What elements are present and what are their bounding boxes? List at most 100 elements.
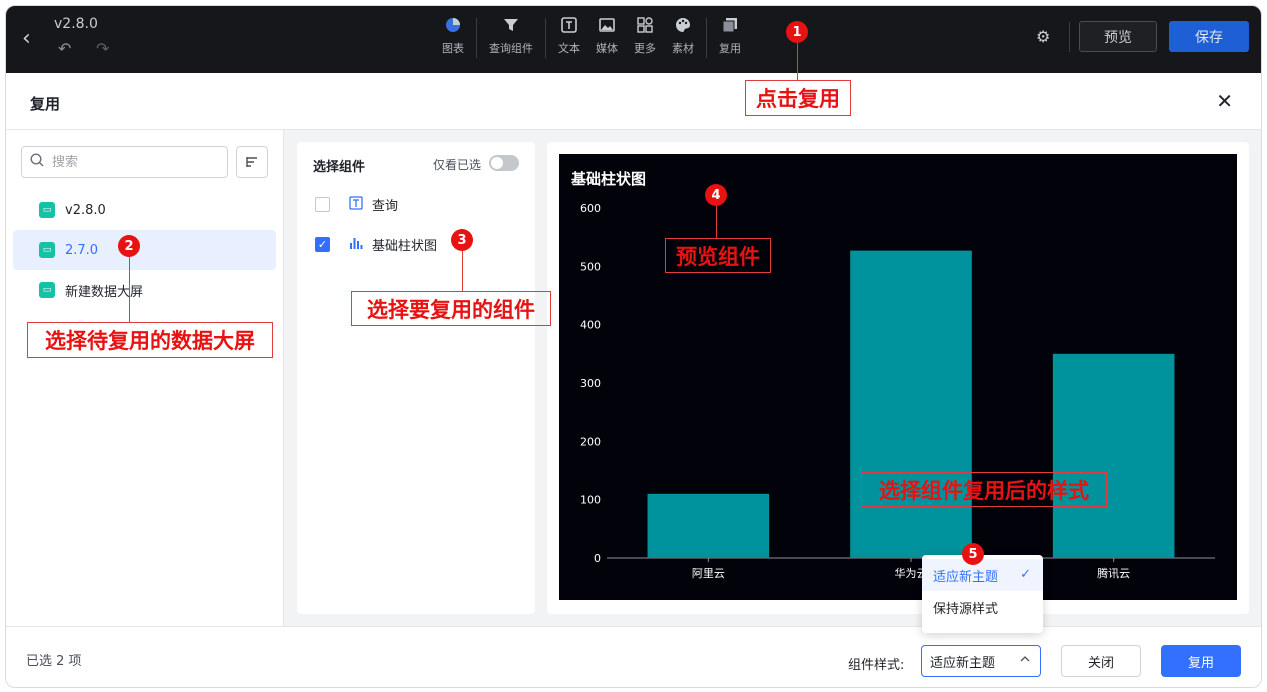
annotation-click-reuse: 点击复用 bbox=[745, 80, 851, 116]
chevron-up-icon bbox=[1020, 654, 1030, 667]
preview-button[interactable]: 预览 bbox=[1079, 21, 1157, 52]
close-icon[interactable]: ✕ bbox=[1216, 89, 1233, 113]
tool-reuse[interactable]: 复用 bbox=[711, 16, 749, 64]
component-row-query[interactable]: 查询 bbox=[315, 194, 398, 214]
tool-query[interactable]: 查询组件 bbox=[481, 16, 541, 64]
search-box[interactable] bbox=[21, 146, 228, 178]
pie-chart-icon bbox=[444, 16, 462, 34]
divider bbox=[476, 18, 477, 58]
tool-label: 复用 bbox=[719, 42, 741, 55]
divider bbox=[1069, 22, 1070, 52]
annotation-preview-component: 预览组件 bbox=[665, 238, 771, 273]
x-tick-label: 阿里云 bbox=[692, 567, 725, 580]
redo-icon[interactable]: ↷ bbox=[96, 39, 109, 58]
style-select[interactable]: 适应新主题 bbox=[921, 645, 1041, 677]
y-tick-label: 500 bbox=[580, 260, 601, 273]
y-tick-label: 100 bbox=[580, 494, 601, 507]
y-tick-label: 0 bbox=[594, 552, 601, 565]
screen-label: 2.7.0 bbox=[65, 242, 99, 258]
filter-icon bbox=[502, 16, 520, 34]
checkbox-checked[interactable]: ✓ bbox=[315, 236, 330, 252]
sort-button[interactable] bbox=[236, 146, 268, 178]
annotation-select-component: 选择要复用的组件 bbox=[351, 291, 551, 326]
bar bbox=[1052, 353, 1175, 558]
only-selected-toggle[interactable] bbox=[489, 155, 519, 171]
copy-icon bbox=[721, 16, 739, 34]
palette-icon bbox=[674, 16, 692, 34]
components-title: 选择组件 bbox=[313, 160, 366, 175]
screen-icon: ▭ bbox=[39, 282, 55, 298]
tool-group: 图表 查询组件 文本 媒体 更多 素材 复用 bbox=[434, 16, 749, 64]
divider bbox=[706, 18, 707, 58]
tool-media[interactable]: 媒体 bbox=[588, 16, 626, 64]
x-tick-label: 腾讯云 bbox=[1097, 566, 1130, 580]
screen-icon: ▭ bbox=[39, 242, 55, 258]
selected-count: 已选 2 项 bbox=[26, 654, 82, 669]
check-icon: ✓ bbox=[1020, 567, 1031, 582]
annotation-number-4: 4 bbox=[705, 184, 727, 206]
component-list-pane: 选择组件 仅看已选 查询 ✓ 基础柱状图 bbox=[297, 142, 535, 614]
annotation-number-1: 1 bbox=[786, 21, 808, 43]
back-arrow-icon[interactable]: ‹ bbox=[22, 26, 31, 51]
bar-chart: 基础柱状图0100200300400500600阿里云 华为云 腾讯云 bbox=[570, 170, 1215, 580]
annotation-select-screen: 选择待复用的数据大屏 bbox=[27, 322, 273, 358]
dialog-body: ▭ v2.8.0 ▭ 2.7.0 ▭ 新建数据大屏 选择组件 仅看已选 bbox=[6, 130, 1261, 626]
screen-item-new[interactable]: ▭ 新建数据大屏 bbox=[13, 270, 276, 310]
save-button[interactable]: 保存 bbox=[1169, 21, 1249, 52]
screen-label: v2.8.0 bbox=[65, 202, 106, 218]
tool-text[interactable]: 文本 bbox=[550, 16, 588, 64]
dialog-footer: 已选 2 项 组件样式: 适应新主题 关闭 复用 bbox=[6, 626, 1261, 687]
style-label: 组件样式: bbox=[848, 658, 905, 673]
image-icon bbox=[598, 16, 616, 34]
y-tick-label: 300 bbox=[580, 377, 601, 390]
tool-label: 查询组件 bbox=[489, 42, 533, 55]
tool-label: 素材 bbox=[672, 42, 694, 55]
option-label: 保持源样式 bbox=[933, 601, 999, 617]
tool-label: 媒体 bbox=[596, 42, 618, 55]
tool-more[interactable]: 更多 bbox=[626, 16, 664, 64]
tool-label: 更多 bbox=[634, 42, 656, 55]
annotation-leader bbox=[716, 206, 717, 238]
reuse-dialog: 复用 ✕ ▭ v2.8.0 ▭ bbox=[6, 73, 1261, 687]
option-label: 适应新主题 bbox=[933, 569, 999, 585]
screen-item-270[interactable]: ▭ 2.7.0 bbox=[13, 230, 276, 270]
editor-toolbar: ‹ v2.8.0 ↶ ↷ 图表 查询组件 文本 媒体 更多 素材 复用 ⚙ 预览… bbox=[6, 6, 1261, 73]
tool-assets[interactable]: 素材 bbox=[664, 16, 702, 64]
only-selected-label: 仅看已选 bbox=[433, 158, 482, 172]
tool-chart[interactable]: 图表 bbox=[434, 16, 472, 64]
y-tick-label: 600 bbox=[580, 202, 601, 215]
screen-label: 新建数据大屏 bbox=[65, 284, 144, 300]
bar-chart-preview: 基础柱状图 0 100 200 300 400 500 600 阿里云 华为云 腾讯云 bbox=[559, 154, 1237, 600]
style-select-value: 适应新主题 bbox=[930, 655, 996, 671]
tool-label: 文本 bbox=[558, 42, 580, 55]
annotation-select-style: 选择组件复用后的样式 bbox=[861, 472, 1107, 507]
annotation-number-5: 5 bbox=[962, 543, 984, 565]
text-box-icon bbox=[348, 195, 364, 213]
grid-icon bbox=[636, 16, 654, 34]
annotation-number-3: 3 bbox=[451, 229, 473, 251]
search-input[interactable] bbox=[52, 154, 202, 170]
tool-label: 图表 bbox=[442, 42, 464, 55]
undo-icon[interactable]: ↶ bbox=[58, 39, 71, 58]
text-icon bbox=[560, 16, 578, 34]
annotation-leader bbox=[129, 257, 130, 322]
screen-list-pane: ▭ v2.8.0 ▭ 2.7.0 ▭ 新建数据大屏 bbox=[6, 130, 284, 626]
reuse-button[interactable]: 复用 bbox=[1161, 645, 1241, 677]
annotation-leader bbox=[462, 251, 463, 291]
style-option-new-theme[interactable]: 适应新主题 ✓ bbox=[922, 559, 1043, 591]
sort-icon bbox=[246, 157, 257, 167]
style-option-keep-source[interactable]: 保持源样式 bbox=[922, 591, 1043, 623]
search-icon bbox=[30, 153, 44, 171]
annotation-number-2: 2 bbox=[118, 235, 140, 257]
checkbox[interactable] bbox=[315, 196, 330, 212]
bar bbox=[850, 250, 972, 558]
component-row-bar-chart[interactable]: ✓ 基础柱状图 bbox=[315, 234, 437, 254]
dialog-header: 复用 ✕ bbox=[6, 73, 1261, 130]
component-label: 查询 bbox=[372, 198, 399, 214]
screen-item-v280[interactable]: ▭ v2.8.0 bbox=[13, 190, 276, 230]
bar bbox=[647, 493, 770, 558]
version-label: v2.8.0 bbox=[54, 16, 98, 32]
divider bbox=[545, 18, 546, 58]
close-button[interactable]: 关闭 bbox=[1061, 645, 1141, 677]
settings-sliders-icon[interactable]: ⚙ bbox=[1036, 27, 1050, 46]
